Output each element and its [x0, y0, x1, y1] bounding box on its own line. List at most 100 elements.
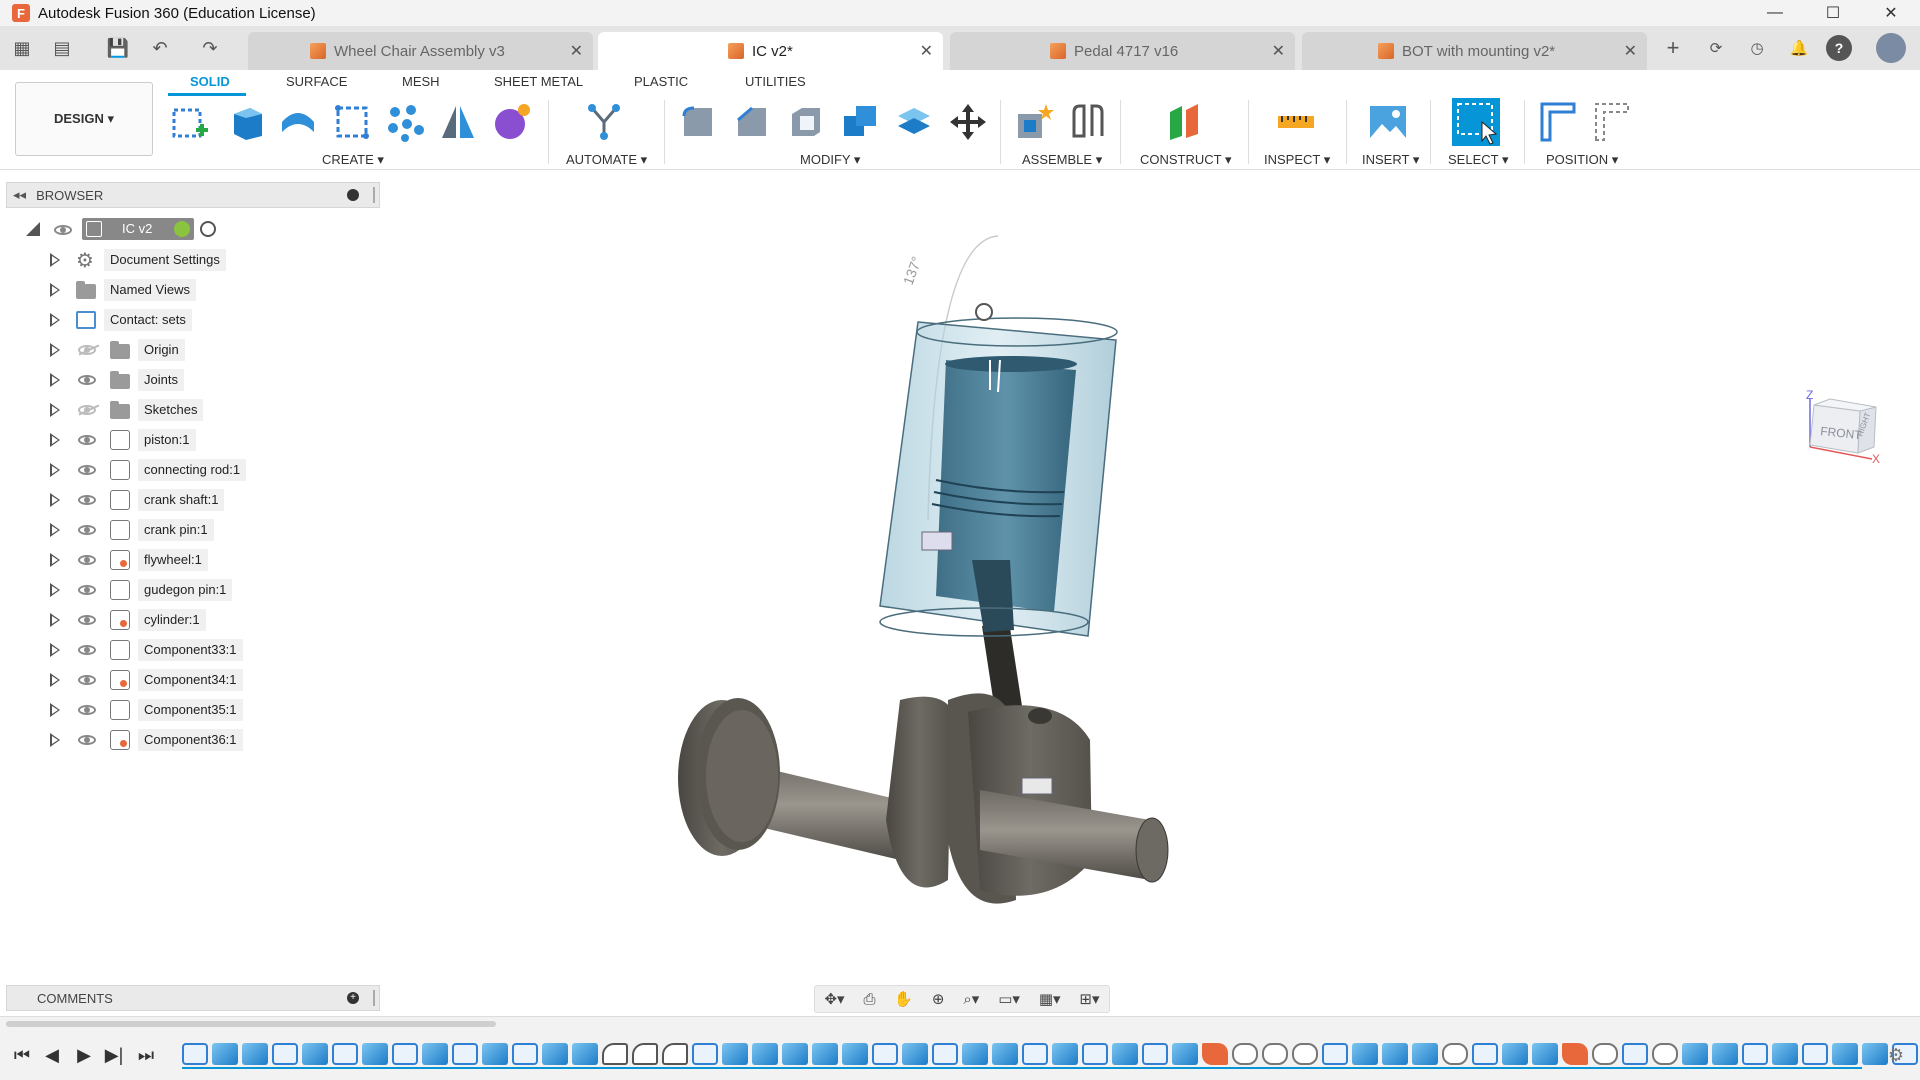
- automate-icon[interactable]: [584, 102, 624, 142]
- pan-icon[interactable]: ✋: [894, 990, 913, 1008]
- pattern-icon[interactable]: [385, 102, 425, 142]
- timeline-feature[interactable]: [1652, 1043, 1678, 1065]
- timeline-feature[interactable]: [1682, 1043, 1708, 1065]
- tab-surface[interactable]: SURFACE: [286, 74, 347, 89]
- browser-item[interactable]: ⚙ Document Settings: [50, 248, 330, 272]
- file-menu-icon[interactable]: ▤: [48, 34, 76, 62]
- expand-arrow-icon[interactable]: [50, 403, 60, 417]
- visibility-eye-icon[interactable]: [78, 345, 96, 355]
- timeline-feature[interactable]: [1352, 1043, 1378, 1065]
- timeline-feature[interactable]: [1502, 1043, 1528, 1065]
- browser-item[interactable]: gudegon pin:1: [50, 578, 330, 602]
- position-group-label[interactable]: POSITION ▾: [1546, 152, 1618, 168]
- offset-face-icon[interactable]: [894, 102, 934, 142]
- visibility-eye-icon[interactable]: [78, 735, 96, 745]
- timeline-feature[interactable]: [962, 1043, 988, 1065]
- browser-item[interactable]: Origin: [50, 338, 330, 362]
- sweep-icon[interactable]: [332, 102, 372, 142]
- browser-item[interactable]: flywheel:1: [50, 548, 330, 572]
- construct-group-label[interactable]: CONSTRUCT ▾: [1140, 152, 1232, 168]
- visibility-eye-icon[interactable]: [78, 525, 96, 535]
- timeline-feature[interactable]: [992, 1043, 1018, 1065]
- close-tab-icon[interactable]: ✕: [920, 41, 933, 61]
- job-status-icon[interactable]: ◷: [1744, 35, 1770, 61]
- timeline-feature[interactable]: [242, 1043, 268, 1065]
- collapse-browser-icon[interactable]: ◂◂: [13, 187, 26, 203]
- timeline-feature[interactable]: [512, 1043, 538, 1065]
- expand-arrow-icon[interactable]: [50, 643, 60, 657]
- visibility-eye-icon[interactable]: [78, 585, 96, 595]
- zoom-icon[interactable]: ⊕: [932, 990, 945, 1008]
- combine-icon[interactable]: [840, 102, 880, 142]
- tab-wheel-chair-assembly[interactable]: Wheel Chair Assembly v3 ✕: [248, 32, 593, 70]
- timeline-feature[interactable]: [1112, 1043, 1138, 1065]
- grid-settings-icon[interactable]: ▦▾: [1039, 990, 1061, 1008]
- timeline-feature[interactable]: [1562, 1043, 1588, 1065]
- expand-arrow-icon[interactable]: [50, 433, 60, 447]
- maximize-icon[interactable]: ☐: [1804, 0, 1862, 26]
- timeline-feature[interactable]: [1202, 1043, 1228, 1065]
- browser-options-icon[interactable]: [347, 189, 359, 201]
- tab-utilities[interactable]: UTILITIES: [745, 74, 806, 89]
- browser-item[interactable]: cylinder:1: [50, 608, 330, 632]
- visibility-eye-icon[interactable]: [78, 705, 96, 715]
- expand-arrow-icon[interactable]: [50, 493, 60, 507]
- timeline-feature[interactable]: [902, 1043, 928, 1065]
- timeline-feature[interactable]: [362, 1043, 388, 1065]
- help-icon[interactable]: ?: [1826, 35, 1852, 61]
- select-group-label[interactable]: SELECT ▾: [1448, 152, 1508, 168]
- new-tab-icon[interactable]: +: [1660, 35, 1686, 61]
- timeline-feature[interactable]: [1442, 1043, 1468, 1065]
- joint-icon[interactable]: [1068, 102, 1108, 142]
- display-settings-icon[interactable]: ▭▾: [998, 990, 1020, 1008]
- timeline-settings-icon[interactable]: ⚙: [1884, 1043, 1908, 1067]
- timeline-feature[interactable]: [692, 1043, 718, 1065]
- insert-image-icon[interactable]: [1368, 102, 1408, 142]
- radio-target-icon[interactable]: [200, 221, 216, 237]
- browser-item[interactable]: connecting rod:1: [50, 458, 330, 482]
- tab-mesh[interactable]: MESH: [402, 74, 440, 89]
- go-to-start-icon[interactable]: ⏮: [10, 1043, 34, 1067]
- expand-arrow-icon[interactable]: [50, 733, 60, 747]
- move-copy-icon[interactable]: [948, 102, 988, 142]
- tab-pedal[interactable]: Pedal 4717 v16 ✕: [950, 32, 1295, 70]
- view-cube[interactable]: Z X FRONT RIGHT: [1802, 387, 1884, 463]
- create-form-icon[interactable]: [492, 102, 532, 142]
- timeline-feature[interactable]: [1472, 1043, 1498, 1065]
- timeline-feature[interactable]: [332, 1043, 358, 1065]
- visibility-eye-icon[interactable]: [78, 405, 96, 415]
- add-comment-icon[interactable]: +: [347, 992, 359, 1004]
- timeline-feature[interactable]: [542, 1043, 568, 1065]
- visibility-eye-icon[interactable]: [78, 375, 96, 385]
- timeline-feature[interactable]: [452, 1043, 478, 1065]
- timeline-feature[interactable]: [1022, 1043, 1048, 1065]
- visibility-eye-icon[interactable]: [78, 435, 96, 445]
- timeline-feature[interactable]: [782, 1043, 808, 1065]
- visibility-eye-icon[interactable]: [78, 675, 96, 685]
- timeline-feature[interactable]: [1742, 1043, 1768, 1065]
- timeline-feature[interactable]: [302, 1043, 328, 1065]
- viewports-icon[interactable]: ⊞▾: [1079, 990, 1099, 1008]
- fillet-icon[interactable]: [678, 102, 718, 142]
- panel-pin-icon[interactable]: [373, 990, 375, 1006]
- timeline-feature[interactable]: [752, 1043, 778, 1065]
- activate-component-icon[interactable]: [174, 221, 190, 237]
- expand-arrow-icon[interactable]: [50, 343, 60, 357]
- expand-arrow-icon[interactable]: [50, 583, 60, 597]
- new-component-icon[interactable]: [1014, 102, 1054, 142]
- expand-arrow-icon[interactable]: [50, 373, 60, 387]
- chamfer-icon[interactable]: [732, 102, 772, 142]
- browser-item[interactable]: crank shaft:1: [50, 488, 330, 512]
- create-group-label[interactable]: CREATE ▾: [322, 152, 384, 168]
- timeline-feature[interactable]: [1292, 1043, 1318, 1065]
- timeline-feature[interactable]: [662, 1043, 688, 1065]
- timeline-feature[interactable]: [1172, 1043, 1198, 1065]
- tab-sheet-metal[interactable]: SHEET METAL: [494, 74, 583, 89]
- tab-ic-v2[interactable]: IC v2* ✕: [598, 32, 943, 70]
- play-icon[interactable]: ▶: [72, 1043, 96, 1067]
- expand-arrow-icon[interactable]: [50, 523, 60, 537]
- browser-item[interactable]: Component33:1: [50, 638, 330, 662]
- timeline-feature[interactable]: [722, 1043, 748, 1065]
- timeline-feature[interactable]: [602, 1043, 628, 1065]
- timeline-feature[interactable]: [632, 1043, 658, 1065]
